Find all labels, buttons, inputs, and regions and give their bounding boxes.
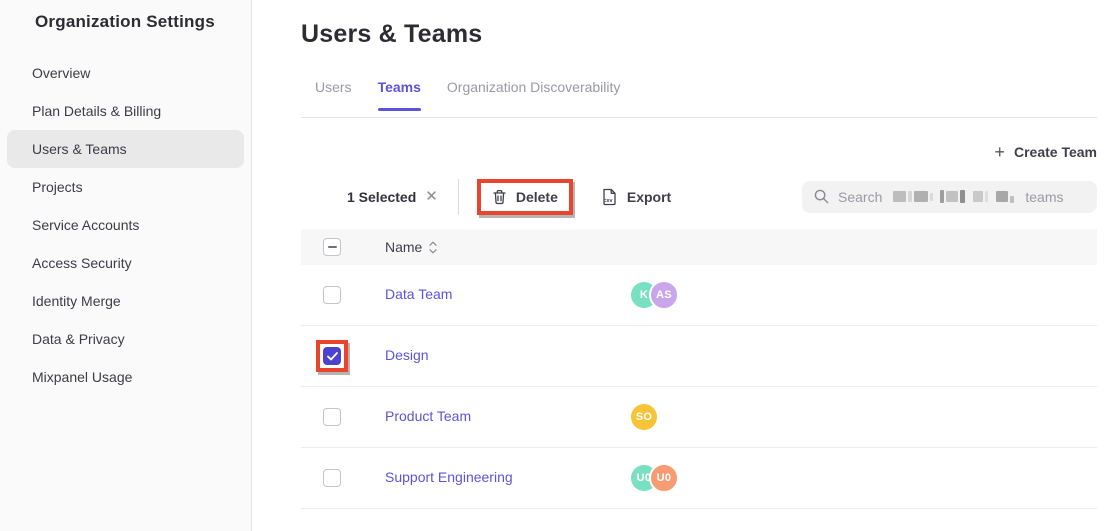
- sidebar-item-users-teams[interactable]: Users & Teams: [7, 130, 244, 168]
- table-row: Data Team K AS: [301, 265, 1097, 326]
- tab-organization-discoverability[interactable]: Organization Discoverability: [447, 79, 621, 117]
- sidebar-title: Organization Settings: [0, 12, 251, 32]
- team-avatars: U0 U0: [631, 463, 1097, 493]
- row-checkbox[interactable]: [323, 408, 341, 426]
- avatar: SO: [631, 404, 657, 430]
- trash-icon: [492, 189, 507, 205]
- clear-selection-icon[interactable]: ✕: [425, 189, 438, 204]
- team-avatars: SO: [631, 404, 1097, 430]
- export-button[interactable]: csv Export: [601, 188, 671, 206]
- page-title: Users & Teams: [301, 20, 1097, 49]
- csv-file-icon: csv: [601, 188, 618, 206]
- table-row: Design: [301, 326, 1097, 387]
- selected-count-group: 1 Selected ✕: [347, 189, 438, 205]
- selected-count-label: 1 Selected: [347, 189, 416, 205]
- sidebar-item-service-accounts[interactable]: Service Accounts: [7, 206, 244, 244]
- check-icon: [327, 352, 338, 361]
- sidebar-nav: Overview Plan Details & Billing Users & …: [0, 54, 251, 396]
- search-input[interactable]: Search teams: [802, 181, 1097, 213]
- create-team-row: + Create Team: [301, 144, 1097, 160]
- team-name-link[interactable]: Data Team: [385, 286, 452, 302]
- search-icon: [814, 189, 829, 204]
- table-header-row: Name: [301, 229, 1097, 265]
- delete-highlight-box: Delete: [477, 179, 573, 215]
- row-checkbox[interactable]: [323, 286, 341, 304]
- sidebar-item-mixpanel-usage[interactable]: Mixpanel Usage: [7, 358, 244, 396]
- selection-toolbar: 1 Selected ✕ Delete csv Export: [301, 173, 1097, 220]
- svg-text:csv: csv: [603, 198, 613, 204]
- sidebar-item-identity-merge[interactable]: Identity Merge: [7, 282, 244, 320]
- team-name-link[interactable]: Support Engineering: [385, 469, 513, 485]
- avatar: AS: [649, 280, 679, 310]
- avatar: U0: [649, 463, 679, 493]
- toolbar-divider: [458, 179, 459, 215]
- table-row: Product Team SO: [301, 387, 1097, 448]
- checkbox-highlight-box: [316, 340, 348, 372]
- team-name-link[interactable]: Product Team: [385, 408, 471, 424]
- team-name-link[interactable]: Design: [385, 347, 429, 363]
- row-checkbox[interactable]: [323, 469, 341, 487]
- sidebar: Organization Settings Overview Plan Deta…: [0, 0, 252, 531]
- tab-bar: Users Teams Organization Discoverability: [301, 79, 1097, 118]
- tab-users[interactable]: Users: [315, 79, 352, 117]
- plus-icon: +: [994, 145, 1005, 159]
- main-content: Users & Teams Users Teams Organization D…: [252, 0, 1108, 531]
- search-placeholder-suffix: teams: [1025, 189, 1063, 205]
- sidebar-item-overview[interactable]: Overview: [7, 54, 244, 92]
- redacted-org-name: [893, 190, 1014, 203]
- delete-button[interactable]: Delete: [481, 183, 569, 211]
- sidebar-item-access-security[interactable]: Access Security: [7, 244, 244, 282]
- name-column-header[interactable]: Name: [385, 239, 631, 255]
- search-placeholder-prefix: Search: [838, 189, 882, 205]
- create-team-label: Create Team: [1014, 144, 1097, 160]
- sidebar-item-plan-details-billing[interactable]: Plan Details & Billing: [7, 92, 244, 130]
- indeterminate-mark: [328, 246, 337, 248]
- teams-table: Name Data Team K AS: [301, 229, 1097, 509]
- create-team-button[interactable]: + Create Team: [994, 144, 1097, 160]
- export-label: Export: [627, 189, 671, 205]
- sidebar-item-projects[interactable]: Projects: [7, 168, 244, 206]
- table-row: Support Engineering U0 U0: [301, 448, 1097, 509]
- row-checkbox[interactable]: [323, 347, 341, 365]
- tab-teams[interactable]: Teams: [378, 79, 421, 117]
- name-header-label: Name: [385, 239, 422, 255]
- select-all-checkbox[interactable]: [323, 238, 341, 256]
- team-avatars: K AS: [631, 280, 1097, 310]
- delete-label: Delete: [516, 189, 558, 205]
- sort-icon: [429, 241, 437, 254]
- sidebar-item-data-privacy[interactable]: Data & Privacy: [7, 320, 244, 358]
